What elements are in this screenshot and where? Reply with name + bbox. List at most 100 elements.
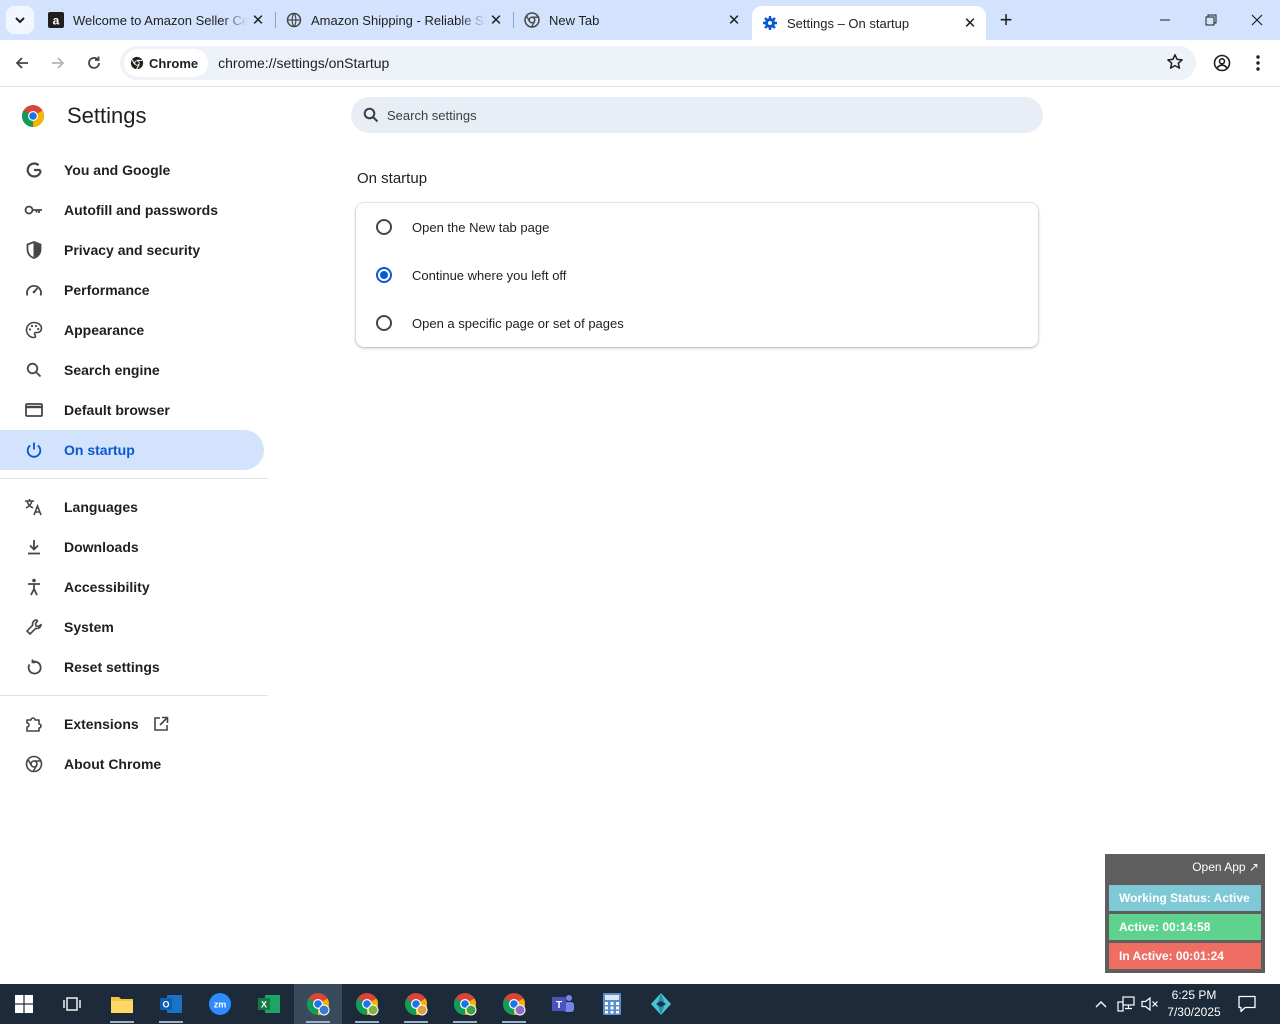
search-icon — [363, 107, 379, 123]
settings-search[interactable] — [351, 97, 1043, 133]
tab-title: New Tab — [549, 12, 600, 28]
sidebar-item-accessibility[interactable]: Accessibility — [0, 567, 264, 607]
sidebar-item-about-chrome[interactable]: About Chrome — [0, 744, 264, 784]
tab-settings[interactable]: Settings – On startup ✕ — [752, 6, 986, 40]
sidebar-item-you-and-google[interactable]: You and Google — [0, 150, 264, 190]
sidebar-item-label: Reset settings — [64, 659, 160, 675]
task-view-button[interactable] — [48, 984, 96, 1024]
tab-search-button[interactable] — [6, 6, 34, 34]
url-text[interactable]: chrome://settings/onStartup — [218, 55, 389, 71]
close-icon[interactable]: ✕ — [248, 10, 268, 30]
reload-icon — [88, 56, 100, 69]
sidebar-item-label: Downloads — [64, 539, 139, 555]
open-in-new-icon — [153, 716, 169, 732]
sidebar-item-autofill[interactable]: Autofill and passwords — [0, 190, 264, 230]
taskbar-zoom[interactable]: zm — [196, 984, 244, 1024]
translate-icon — [24, 497, 44, 517]
time-tracker-widget: Open App ↗ Working Status: Active Active… — [1105, 854, 1265, 973]
tray-network[interactable] — [1117, 984, 1135, 1024]
tray-volume[interactable] — [1141, 984, 1159, 1024]
radio-button[interactable] — [376, 219, 392, 235]
taskbar-chrome-1[interactable] — [294, 984, 342, 1024]
svg-text:X: X — [261, 1000, 267, 1010]
search-input[interactable] — [387, 107, 987, 123]
sidebar-item-privacy[interactable]: Privacy and security — [0, 230, 264, 270]
page-title: Settings — [67, 103, 147, 128]
reload-button[interactable] — [80, 49, 108, 77]
taskbar-teams[interactable]: T — [539, 984, 587, 1024]
tab-new-tab[interactable]: New Tab ✕ — [514, 0, 750, 40]
address-bar[interactable]: Chrome chrome://settings/onStartup — [120, 46, 1196, 80]
close-icon[interactable]: ✕ — [960, 13, 980, 33]
taskbar-calculator[interactable] — [588, 984, 636, 1024]
sidebar-item-label: Accessibility — [64, 579, 150, 595]
taskbar-app-diamond[interactable] — [637, 984, 685, 1024]
taskbar-file-explorer[interactable] — [98, 984, 146, 1024]
minimize-icon — [1160, 19, 1170, 21]
taskbar-excel[interactable]: X — [245, 984, 293, 1024]
close-window-button[interactable] — [1234, 0, 1280, 40]
open-app-link[interactable]: Open App ↗ — [1192, 860, 1259, 874]
search-icon — [24, 360, 44, 380]
svg-text:T: T — [556, 1000, 562, 1011]
sidebar-item-on-startup[interactable]: On startup — [0, 430, 264, 470]
download-icon — [24, 537, 44, 557]
menu-button[interactable] — [1244, 49, 1272, 77]
taskbar-chrome-5[interactable] — [490, 984, 538, 1024]
taskbar-outlook[interactable]: O — [147, 984, 195, 1024]
chrome-icon — [454, 993, 477, 1016]
sidebar-item-performance[interactable]: Performance — [0, 270, 264, 310]
site-info-chip[interactable]: Chrome — [124, 49, 209, 77]
forward-button[interactable] — [44, 49, 72, 77]
sidebar-item-languages[interactable]: Languages — [0, 487, 264, 527]
diamond-app-icon — [651, 993, 671, 1015]
sidebar-item-extensions[interactable]: Extensions — [0, 704, 264, 744]
tab-title: Welcome to Amazon Seller Central — [73, 12, 248, 28]
radio-button-checked[interactable] — [376, 267, 392, 283]
chrome-icon — [24, 754, 44, 774]
tray-show-hidden[interactable] — [1094, 984, 1108, 1024]
sidebar-item-default-browser[interactable]: Default browser — [0, 390, 264, 430]
tab-amazon-seller[interactable]: a Welcome to Amazon Seller Central ✕ — [38, 0, 274, 40]
startup-option-continue[interactable]: Continue where you left off — [356, 251, 1038, 299]
sidebar-item-reset-settings[interactable]: Reset settings — [0, 647, 264, 687]
settings-sidebar: You and Google Autofill and passwords Pr… — [0, 150, 268, 784]
minimize-button[interactable] — [1142, 0, 1188, 40]
start-button[interactable] — [0, 984, 48, 1024]
profile-button[interactable] — [1208, 49, 1236, 77]
taskbar-chrome-4[interactable] — [441, 984, 489, 1024]
radio-button[interactable] — [376, 315, 392, 331]
sidebar-divider — [0, 478, 268, 479]
sidebar-item-system[interactable]: System — [0, 607, 264, 647]
startup-option-specific-pages[interactable]: Open a specific page or set of pages — [356, 299, 1038, 347]
close-icon[interactable]: ✕ — [486, 10, 506, 30]
on-startup-card: Open the New tab page Continue where you… — [356, 203, 1038, 347]
taskbar-clock[interactable]: 6:25 PM 7/30/2025 — [1158, 987, 1230, 1021]
sidebar-item-appearance[interactable]: Appearance — [0, 310, 264, 350]
startup-option-new-tab[interactable]: Open the New tab page — [356, 203, 1038, 251]
action-center-button[interactable] — [1238, 984, 1256, 1024]
chrome-icon — [524, 12, 540, 28]
taskbar-chrome-3[interactable] — [392, 984, 440, 1024]
sidebar-divider — [0, 695, 268, 696]
key-icon — [24, 200, 44, 220]
tab-amazon-shipping[interactable]: Amazon Shipping - Reliable Shipping ✕ — [276, 0, 512, 40]
sidebar-item-label: Extensions — [64, 716, 139, 732]
wrench-icon — [24, 617, 44, 637]
sidebar-item-downloads[interactable]: Downloads — [0, 527, 264, 567]
close-icon[interactable]: ✕ — [724, 10, 744, 30]
clock-date: 7/30/2025 — [1167, 1005, 1221, 1019]
new-tab-button[interactable]: + — [994, 7, 1018, 32]
sidebar-item-search-engine[interactable]: Search engine — [0, 350, 264, 390]
restore-button[interactable] — [1188, 0, 1234, 40]
settings-main: On startup Open the New tab page Continu… — [356, 170, 1038, 347]
option-label: Continue where you left off — [412, 267, 567, 283]
volume-muted-icon — [1141, 996, 1158, 1012]
svg-text:O: O — [162, 1000, 169, 1010]
chrome-logo-icon — [22, 105, 44, 127]
taskbar-chrome-2[interactable] — [343, 984, 391, 1024]
back-button[interactable] — [8, 49, 36, 77]
bookmark-star-icon[interactable] — [1166, 53, 1184, 76]
tab-title: Amazon Shipping - Reliable Shipping — [311, 12, 486, 28]
tab-title: Settings – On startup — [787, 15, 910, 31]
